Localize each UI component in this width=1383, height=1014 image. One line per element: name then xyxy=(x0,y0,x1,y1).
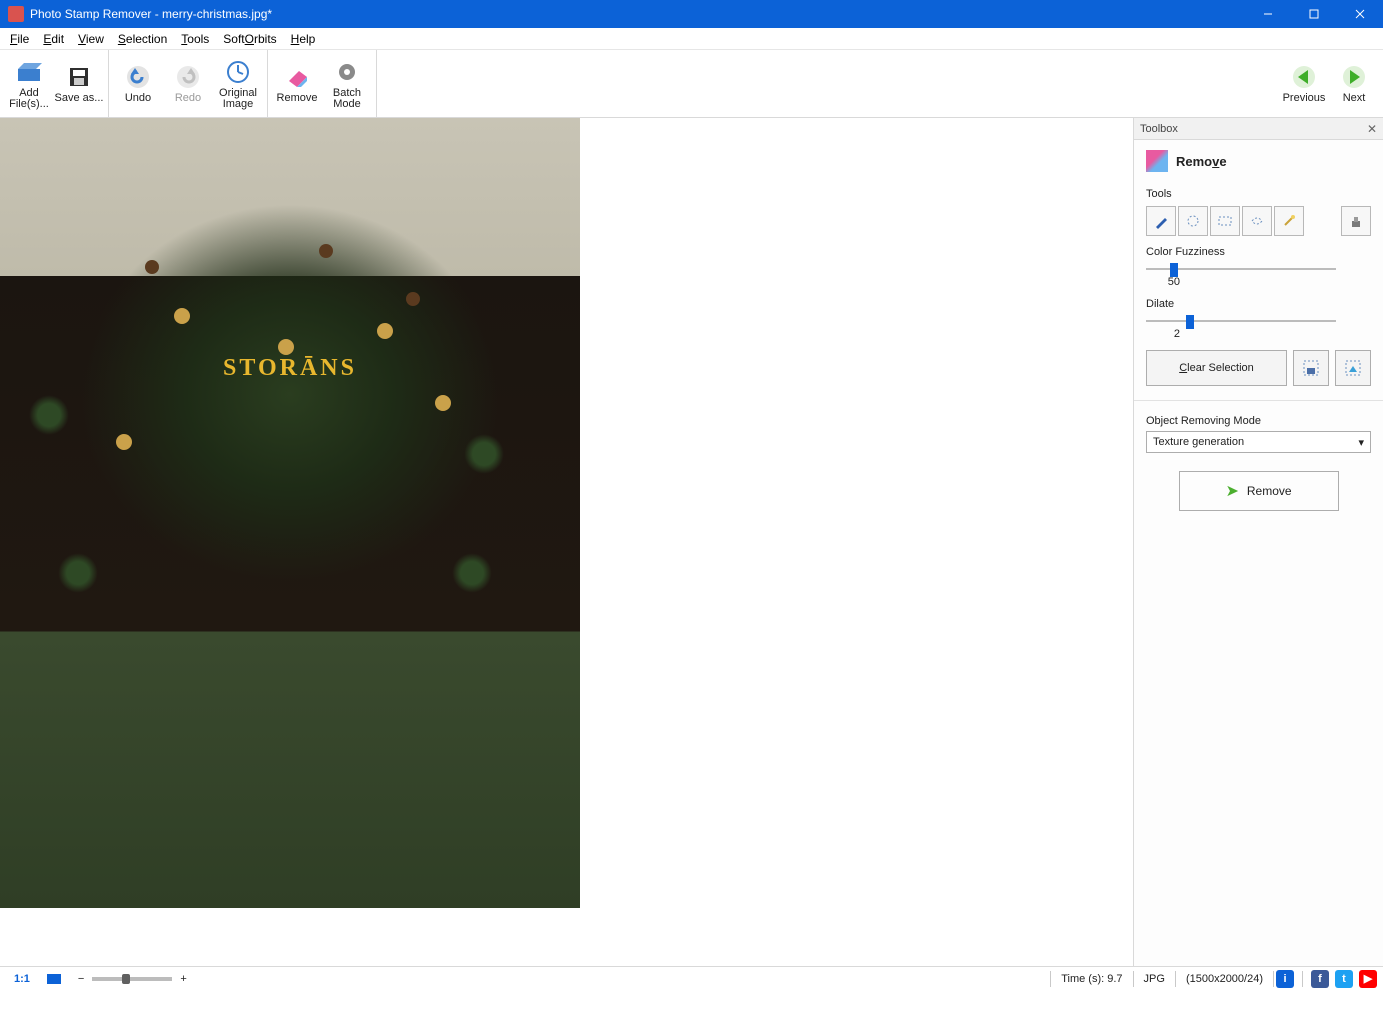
remove-section-header: Remove xyxy=(1146,150,1371,172)
remove-section-icon xyxy=(1146,150,1168,172)
add-files-icon xyxy=(15,58,43,86)
mode-dropdown[interactable]: Texture generation ▾ xyxy=(1146,431,1371,453)
menu-tools[interactable]: Tools xyxy=(181,32,209,46)
twitter-icon[interactable]: t xyxy=(1335,970,1353,988)
dilate-slider[interactable] xyxy=(1146,314,1336,328)
remove-heading: Remove xyxy=(1176,154,1227,169)
free-select-tool[interactable] xyxy=(1178,206,1208,236)
remove-action-button[interactable]: ➤ Remove xyxy=(1179,471,1339,511)
menu-file[interactable]: File xyxy=(10,32,29,46)
magic-wand-tool[interactable] xyxy=(1274,206,1304,236)
remove-toolbar-button[interactable]: Remove xyxy=(272,52,322,115)
window-title: Photo Stamp Remover - merry-christmas.jp… xyxy=(30,7,272,21)
fuzziness-label: Color Fuzziness xyxy=(1146,246,1371,258)
window-controls xyxy=(1245,0,1383,28)
next-icon xyxy=(1340,63,1368,91)
tools-row xyxy=(1146,206,1371,236)
arrow-right-icon: ➤ xyxy=(1225,481,1238,501)
chevron-down-icon: ▾ xyxy=(1358,436,1364,449)
undo-button[interactable]: Undo xyxy=(113,52,163,115)
info-icon[interactable]: i xyxy=(1276,970,1294,988)
tools-label: Tools xyxy=(1146,188,1371,200)
minimize-button[interactable] xyxy=(1245,0,1291,28)
clone-stamp-tool[interactable] xyxy=(1341,206,1371,236)
eraser-icon xyxy=(283,63,311,91)
add-files-button[interactable]: Add File(s)... xyxy=(4,52,54,115)
dilate-value: 2 xyxy=(1150,328,1180,340)
facebook-icon[interactable]: f xyxy=(1311,970,1329,988)
time-status: Time (s): 9.7 xyxy=(1053,973,1130,985)
redo-button[interactable]: Redo xyxy=(163,52,213,115)
format-status: JPG xyxy=(1136,973,1173,985)
close-button[interactable] xyxy=(1337,0,1383,28)
toolbox-panel: Toolbox ✕ Remove Tools xyxy=(1133,118,1383,966)
original-image-button[interactable]: Original Image xyxy=(213,52,263,115)
mode-label: Object Removing Mode xyxy=(1146,415,1371,427)
toolbox-title: Toolbox xyxy=(1140,123,1178,135)
zoom-ratio[interactable]: 1:1 xyxy=(6,973,38,985)
menu-view[interactable]: View xyxy=(78,32,104,46)
rectangle-select-tool[interactable] xyxy=(1210,206,1240,236)
title-bar: Photo Stamp Remover - merry-christmas.jp… xyxy=(0,0,1383,28)
batch-mode-button[interactable]: Batch Mode xyxy=(322,52,372,115)
clock-icon xyxy=(224,58,252,86)
marker-tool[interactable] xyxy=(1146,206,1176,236)
menu-edit[interactable]: Edit xyxy=(43,32,64,46)
image-sign-text: STORĀNS xyxy=(223,355,357,382)
next-button[interactable]: Next xyxy=(1329,52,1379,115)
redo-icon xyxy=(174,63,202,91)
workspace: STORĀNS Toolbox ✕ Remove Tool xyxy=(0,118,1383,966)
social-links: i f t ▶ xyxy=(1276,970,1377,988)
menu-bar: File Edit View Selection Tools SoftOrbit… xyxy=(0,28,1383,50)
toolbox-close-button[interactable]: ✕ xyxy=(1367,122,1377,136)
remove-button-label: Remove xyxy=(1247,484,1292,498)
menu-selection[interactable]: Selection xyxy=(118,32,167,46)
menu-softorbits[interactable]: SoftOrbits xyxy=(223,32,276,46)
fuzziness-slider[interactable] xyxy=(1146,262,1336,276)
app-icon xyxy=(8,6,24,22)
menu-help[interactable]: Help xyxy=(291,32,316,46)
gear-icon xyxy=(333,58,361,86)
save-as-button[interactable]: Save as... xyxy=(54,52,104,115)
toolbar: Add File(s)... Save as... Undo Redo Or xyxy=(0,50,1383,118)
zoom-out-button[interactable]: − xyxy=(70,973,92,985)
clear-selection-button[interactable]: Clear Selection xyxy=(1146,350,1287,386)
fuzziness-value: 50 xyxy=(1150,276,1180,288)
youtube-icon[interactable]: ▶ xyxy=(1359,970,1377,988)
load-selection-button[interactable] xyxy=(1335,350,1371,386)
save-icon xyxy=(65,63,93,91)
mode-value: Texture generation xyxy=(1153,436,1244,448)
maximize-button[interactable] xyxy=(1291,0,1337,28)
dimensions-status: (1500x2000/24) xyxy=(1178,973,1271,985)
previous-button[interactable]: Previous xyxy=(1279,52,1329,115)
undo-icon xyxy=(124,63,152,91)
previous-icon xyxy=(1290,63,1318,91)
fit-screen-button[interactable] xyxy=(38,973,70,985)
save-selection-button[interactable] xyxy=(1293,350,1329,386)
canvas-area[interactable]: STORĀNS xyxy=(0,118,1133,966)
toolbox-header: Toolbox ✕ xyxy=(1134,118,1383,140)
color-select-tool[interactable] xyxy=(1242,206,1272,236)
zoom-slider[interactable] xyxy=(92,977,172,981)
zoom-in-button[interactable]: + xyxy=(172,973,194,985)
dilate-label: Dilate xyxy=(1146,298,1371,310)
image-preview: STORĀNS xyxy=(0,118,580,908)
status-bar: 1:1 − + Time (s): 9.7 JPG (1500x2000/24)… xyxy=(0,966,1383,990)
